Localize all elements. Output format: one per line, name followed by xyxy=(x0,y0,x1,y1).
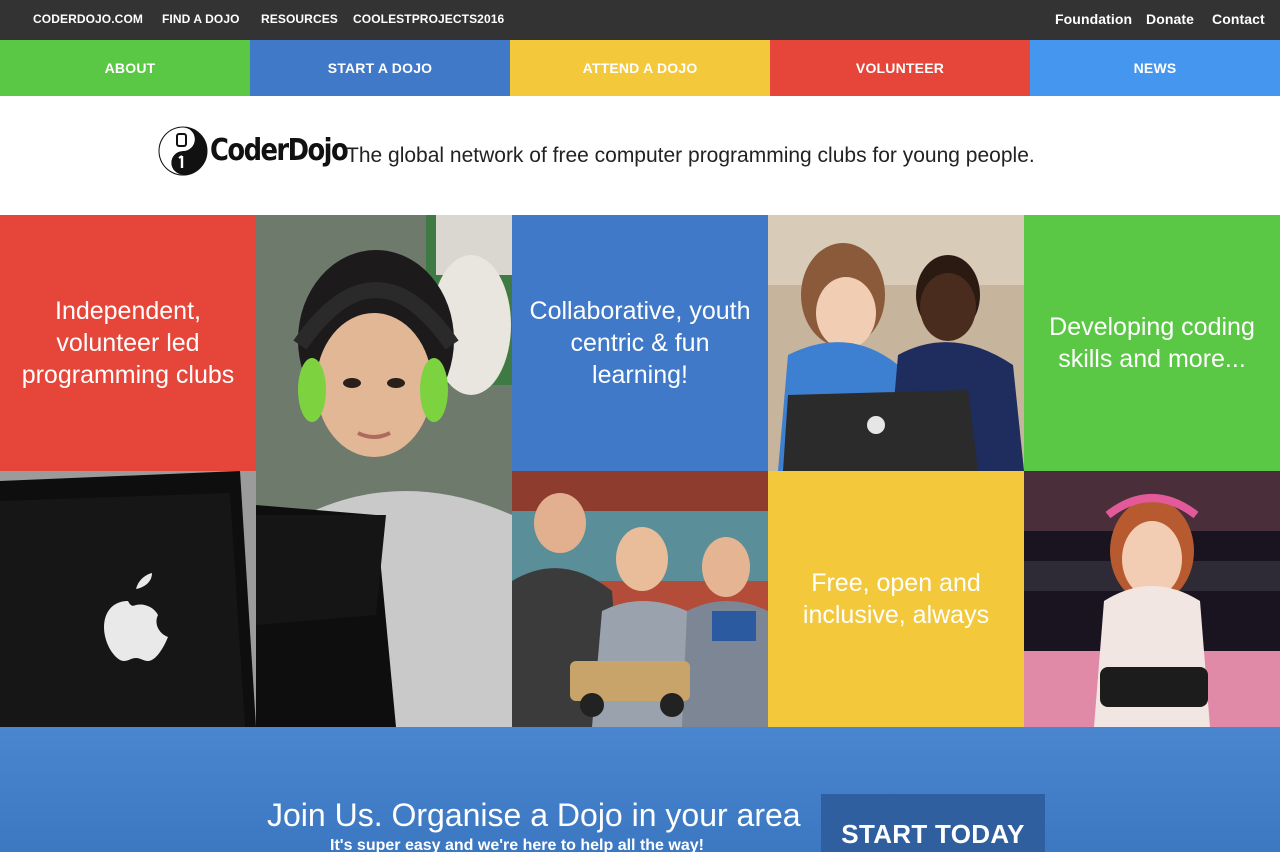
feature-tile-text: Developing coding skills and more... xyxy=(1049,313,1255,373)
logo-wordmark: CoderDojo xyxy=(210,133,349,168)
brand-header: CoderDojo The global network of free com… xyxy=(0,96,1280,215)
topbar-link-foundation[interactable]: Foundation xyxy=(1055,0,1132,40)
nav-tab-attend-a-dojo[interactable]: ATTEND A DOJO xyxy=(510,40,770,96)
topbar-link-coolestprojects[interactable]: COOLESTPROJECTS2016 xyxy=(353,0,504,40)
feature-tile-independent: Independent, volunteer led programming c… xyxy=(0,215,256,471)
photo-two-boys-laptop xyxy=(768,215,1024,471)
nav-tab-news[interactable]: NEWS xyxy=(1030,40,1280,96)
photo-girl-headphones xyxy=(256,215,512,727)
feature-tile-text: Collaborative, youth centric & fun learn… xyxy=(529,297,751,389)
feature-tile-text: Free, open and inclusive, always xyxy=(802,569,990,629)
top-utility-bar: CODERDOJO.COM FIND A DOJO RESOURCES COOL… xyxy=(0,0,1280,40)
nav-tab-volunteer[interactable]: VOLUNTEER xyxy=(770,40,1030,96)
cta-band: Join Us. Organise a Dojo in your area It… xyxy=(0,727,1280,852)
nav-tab-about[interactable]: ABOUT xyxy=(0,40,260,96)
feature-tile-developing: Developing coding skills and more... xyxy=(1024,215,1280,471)
topbar-link-coderdojo-com[interactable]: CODERDOJO.COM xyxy=(33,0,143,40)
photo-girl-tablet xyxy=(1024,471,1280,727)
feature-tile-free-open: Free, open and inclusive, always xyxy=(768,471,1024,727)
start-today-button[interactable]: START TODAY xyxy=(821,794,1045,852)
photo-laptop-closeup xyxy=(0,471,256,727)
topbar-link-contact[interactable]: Contact xyxy=(1212,0,1265,40)
yin-yang-binary-icon xyxy=(158,126,208,176)
topbar-link-donate[interactable]: Donate xyxy=(1146,0,1194,40)
feature-tile-text: Independent, volunteer led programming c… xyxy=(21,297,235,389)
main-nav: ABOUT START A DOJO ATTEND A DOJO VOLUNTE… xyxy=(0,40,1280,96)
photo-three-boys-robot xyxy=(512,471,768,727)
topbar-link-find-a-dojo[interactable]: FIND A DOJO xyxy=(162,0,240,40)
feature-tile-collaborative: Collaborative, youth centric & fun learn… xyxy=(512,215,768,471)
coderdojo-logo[interactable]: CoderDojo xyxy=(158,126,349,178)
cta-headline: Join Us. Organise a Dojo in your area xyxy=(267,797,801,833)
topbar-link-resources[interactable]: RESOURCES xyxy=(261,0,338,40)
site-tagline: The global network of free computer prog… xyxy=(346,144,1035,167)
nav-tab-start-a-dojo[interactable]: START A DOJO xyxy=(250,40,510,96)
cta-subtext: It's super easy and we're here to help a… xyxy=(330,837,704,852)
